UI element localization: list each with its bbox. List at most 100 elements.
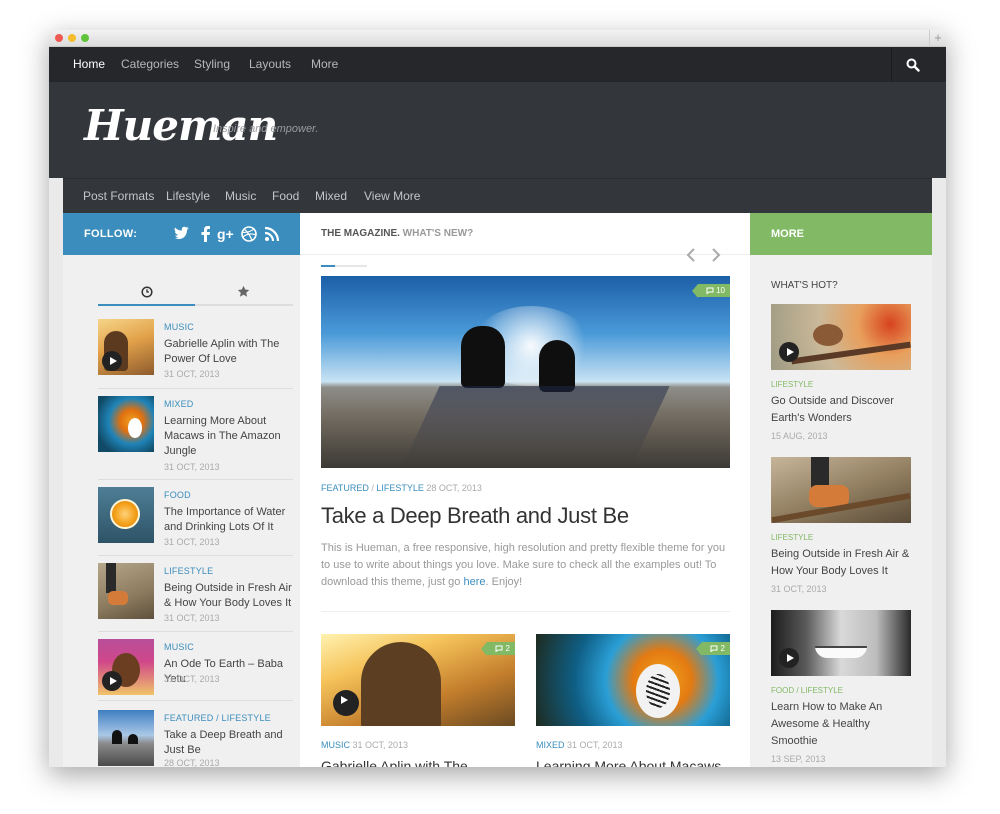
slider-next-icon[interactable] [711, 248, 721, 262]
post-card[interactable]: 2 MUSIC 31 OCT, 2013 Gabrielle Aplin wit… [321, 634, 515, 767]
subnav-view-more[interactable]: View More [364, 179, 420, 214]
star-icon [237, 285, 250, 297]
play-icon [779, 342, 799, 362]
divider [98, 631, 293, 632]
post-date: 31 OCT, 2013 [164, 674, 220, 684]
left-sidebar: FOLLOW: g+ MUSIC Gabrielle Aplin with Th… [63, 213, 300, 767]
subnav-food[interactable]: Food [272, 179, 299, 214]
topnav-styling[interactable]: Styling [194, 47, 230, 82]
list-item[interactable]: LIFESTYLE Go Outside and Discover Earth'… [771, 304, 911, 444]
subnav-post-formats[interactable]: Post Formats [83, 179, 154, 214]
post-thumbnail[interactable] [98, 563, 154, 619]
post-title[interactable]: Learn How to Make An Awesome & Healthy S… [771, 699, 911, 750]
dribbble-icon[interactable] [240, 225, 258, 243]
maximize-window-button[interactable] [81, 34, 89, 42]
post-date: 31 OCT, 2013 [771, 584, 827, 594]
post-meta: MIXED 31 OCT, 2013 [536, 740, 623, 750]
comment-count-badge[interactable]: 10 [691, 284, 730, 298]
post-thumbnail[interactable] [98, 487, 154, 543]
topnav-more[interactable]: More [311, 47, 338, 82]
post-title[interactable]: Learning More About Macaws in The Amazon… [164, 414, 299, 459]
post-category[interactable]: FEATURED / LIFESTYLE [164, 713, 271, 723]
post-title[interactable]: Go Outside and Discover Earth's Wonders [771, 393, 911, 427]
post-card[interactable]: 2 MIXED 31 OCT, 2013 Learning More About… [536, 634, 730, 767]
slider-indicator [321, 265, 367, 267]
tab-popular[interactable] [195, 280, 293, 306]
list-item[interactable]: MUSIC Gabrielle Aplin with The Power Of … [98, 319, 293, 385]
post-thumbnail[interactable] [98, 639, 154, 695]
list-item[interactable]: LIFESTYLE Being Outside in Fresh Air & H… [771, 457, 911, 597]
post-title[interactable]: Gabrielle Aplin with The Power Of Love [164, 337, 299, 367]
post-title[interactable]: Take a Deep Breath and Just Be [164, 728, 299, 758]
featured-category-2[interactable]: LIFESTYLE [376, 483, 424, 493]
post-category[interactable]: LIFESTYLE [164, 566, 213, 576]
comment-count-badge[interactable]: 2 [696, 642, 730, 656]
more-bar: MORE [750, 213, 932, 255]
featured-category[interactable]: FEATURED [321, 483, 369, 493]
post-thumbnail[interactable] [98, 319, 154, 375]
subnav-lifestyle[interactable]: Lifestyle [166, 179, 210, 214]
topnav-layouts[interactable]: Layouts [249, 47, 291, 82]
post-thumbnail[interactable] [771, 457, 911, 523]
post-category[interactable]: LIFESTYLE [771, 380, 813, 389]
post-title[interactable]: Being Outside in Fresh Air & How Your Bo… [164, 581, 299, 611]
post-thumbnail[interactable] [98, 710, 154, 766]
post-thumbnail[interactable]: 2 [536, 634, 730, 726]
list-item[interactable]: FOOD The Importance of Water and Drinkin… [98, 487, 293, 553]
post-category[interactable]: MUSIC [321, 740, 350, 750]
featured-meta: FEATURED / LIFESTYLE 28 OCT, 2013 [321, 483, 482, 493]
google-plus-icon[interactable]: g+ [217, 225, 235, 243]
main-heading: THE MAGAZINE. WHAT'S NEW? [300, 213, 750, 255]
post-thumbnail[interactable] [771, 304, 911, 370]
download-link[interactable]: here [463, 576, 485, 588]
post-category[interactable]: MIXED [536, 740, 565, 750]
section-title: THE MAGAZINE. WHAT'S NEW? [321, 228, 474, 239]
tab-recent[interactable] [98, 280, 195, 306]
list-item[interactable]: MIXED Learning More About Macaws in The … [98, 396, 293, 476]
follow-bar: FOLLOW: g+ [63, 213, 300, 255]
post-title[interactable]: The Importance of Water and Drinking Lot… [164, 505, 299, 535]
topnav-home[interactable]: Home [73, 47, 105, 82]
right-sidebar: MORE WHAT'S HOT? LIFESTYLE Go Outside an… [750, 213, 932, 767]
play-icon [102, 671, 122, 691]
post-category[interactable]: LIFESTYLE [771, 533, 813, 542]
site-tagline: Inspire and empower. [213, 123, 319, 135]
slider-prev-icon[interactable] [686, 248, 696, 262]
twitter-icon[interactable] [173, 225, 191, 243]
featured-image[interactable]: 10 [321, 276, 730, 468]
post-thumbnail[interactable] [98, 396, 154, 452]
post-category[interactable]: MUSIC [164, 322, 194, 332]
search-button[interactable] [891, 47, 946, 82]
topnav-categories[interactable]: Categories [121, 47, 179, 82]
subnav-music[interactable]: Music [225, 179, 256, 214]
post-category[interactable]: MUSIC [164, 642, 194, 652]
play-icon [779, 648, 799, 668]
browser-window: + Home Categories Styling Layouts More H… [49, 30, 946, 767]
post-category[interactable]: FOOD / LIFESTYLE [771, 686, 843, 695]
post-thumbnail[interactable] [771, 610, 911, 676]
comment-count-badge[interactable]: 2 [481, 642, 515, 656]
minimize-window-button[interactable] [68, 34, 76, 42]
post-title[interactable]: Learning More About Macaws [536, 758, 721, 767]
post-title[interactable]: Being Outside in Fresh Air & How Your Bo… [771, 546, 911, 580]
post-date: 31 OCT, 2013 [352, 740, 409, 750]
post-date: 31 OCT, 2013 [164, 537, 220, 547]
new-tab-icon[interactable]: + [929, 30, 946, 47]
rss-icon[interactable] [263, 225, 281, 243]
featured-title[interactable]: Take a Deep Breath and Just Be [321, 503, 629, 529]
facebook-icon[interactable] [197, 225, 215, 243]
list-item[interactable]: FOOD / LIFESTYLE Learn How to Make An Aw… [771, 610, 911, 767]
post-thumbnail[interactable]: 2 [321, 634, 515, 726]
close-window-button[interactable] [55, 34, 63, 42]
list-item[interactable]: MUSIC An Ode To Earth – Baba Yetu 31 OCT… [98, 639, 293, 695]
featured-date: 28 OCT, 2013 [426, 483, 482, 493]
subnav-mixed[interactable]: Mixed [315, 179, 347, 214]
list-item[interactable]: LIFESTYLE Being Outside in Fresh Air & H… [98, 563, 293, 629]
post-title[interactable]: Gabrielle Aplin with The [321, 758, 468, 767]
list-item[interactable]: FEATURED / LIFESTYLE Take a Deep Breath … [98, 710, 293, 767]
post-date: 13 SEP, 2013 [771, 754, 826, 764]
clock-icon [141, 286, 153, 298]
post-category[interactable]: MIXED [164, 399, 194, 409]
post-category[interactable]: FOOD [164, 490, 191, 500]
divider [321, 611, 730, 612]
